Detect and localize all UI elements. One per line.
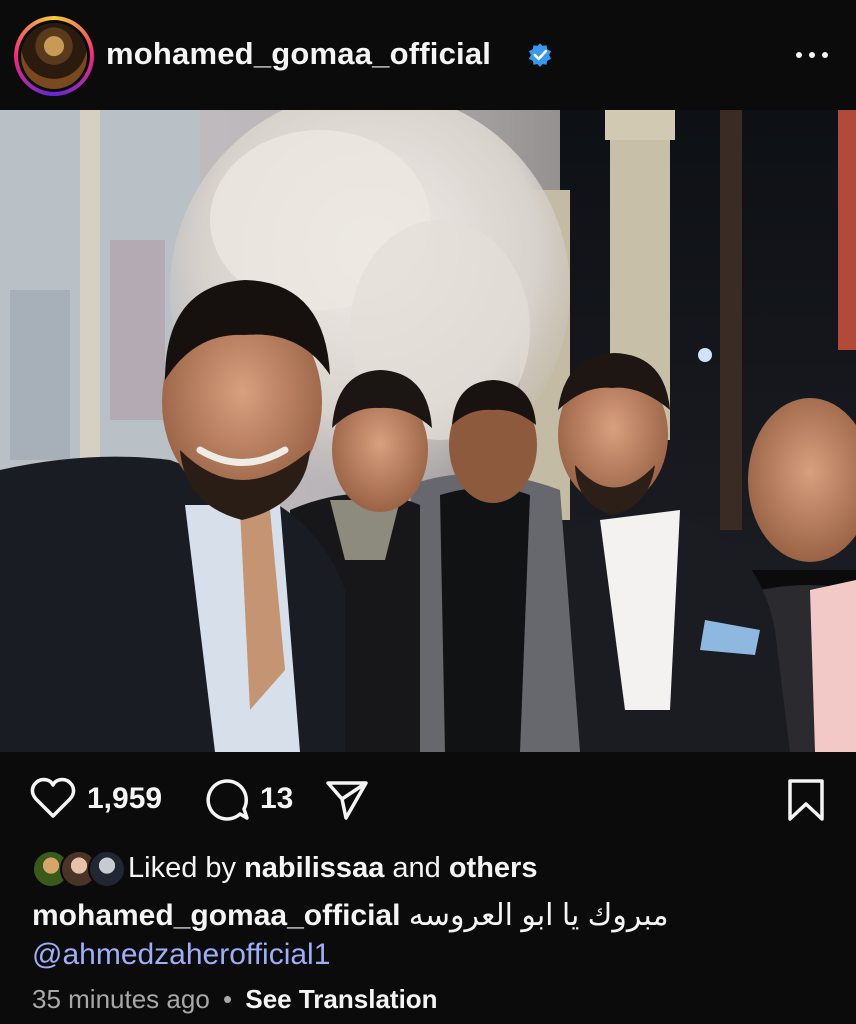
caption-username[interactable]: mohamed_gomaa_official xyxy=(32,899,400,932)
post-meta: 35 minutes ago • See Translation xyxy=(32,984,438,1015)
liked-by-text: Liked by nabilissaa and others xyxy=(128,852,537,885)
avatar-inner xyxy=(18,20,90,92)
comments-count[interactable]: 13 xyxy=(260,782,293,816)
likes-count[interactable]: 1,959 xyxy=(87,782,162,816)
liker-avatar xyxy=(88,850,126,888)
send-paper-plane-icon[interactable] xyxy=(324,778,370,822)
more-options-icon[interactable] xyxy=(792,40,832,70)
liked-by-others[interactable]: others xyxy=(449,852,538,884)
story-avatar[interactable] xyxy=(14,16,94,96)
heart-icon[interactable] xyxy=(30,776,76,820)
liked-by-joiner: and xyxy=(392,852,441,884)
avatar xyxy=(21,23,87,89)
comment-bubble-icon[interactable] xyxy=(204,778,250,822)
liked-by-row[interactable]: Liked by nabilissaa and others xyxy=(32,850,832,890)
post-time: 35 minutes ago xyxy=(32,984,210,1014)
caption: mohamed_gomaa_official مبروك يا ابو العر… xyxy=(32,898,669,933)
caption-mention[interactable]: @ahmedzaherofficial1 xyxy=(32,938,330,972)
caption-text: مبروك يا ابو العروسه xyxy=(408,899,669,932)
bookmark-icon[interactable] xyxy=(786,778,826,822)
liked-by-user[interactable]: nabilissaa xyxy=(244,852,384,884)
liked-by-prefix: Liked by xyxy=(128,852,237,884)
post-photo[interactable] xyxy=(0,110,856,752)
verified-badge-icon xyxy=(528,43,552,67)
meta-separator: • xyxy=(223,984,233,1014)
see-translation-link[interactable]: See Translation xyxy=(245,984,437,1014)
post-username[interactable]: mohamed_gomaa_official xyxy=(106,36,491,72)
post-header: mohamed_gomaa_official xyxy=(0,0,856,110)
